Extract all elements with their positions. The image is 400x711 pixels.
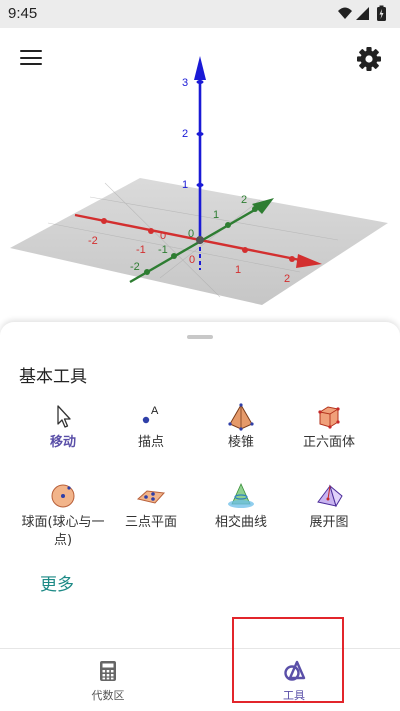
tool-label: 展开图: [309, 515, 349, 530]
tool-label: 正六面体: [302, 435, 355, 450]
tool-move[interactable]: 移动: [18, 402, 108, 482]
x-tick-2: 2: [284, 273, 290, 285]
tool-label: 描点: [137, 435, 164, 450]
battery-charging-icon: [377, 5, 386, 21]
tool-pyramid[interactable]: 棱锥: [196, 402, 286, 482]
point-icon: A: [142, 405, 159, 424]
calculator-icon: [100, 661, 116, 681]
z-tick-3: 3: [182, 77, 188, 89]
intersection-curve-icon: [228, 483, 254, 508]
tool-net[interactable]: 展开图: [284, 482, 374, 562]
tool-label: 棱锥: [227, 435, 254, 450]
gear-icon: [357, 47, 381, 71]
pyramid-icon: [228, 403, 254, 431]
status-bar: 9:45: [0, 0, 400, 28]
tab-algebra[interactable]: 代数区: [8, 649, 208, 711]
hamburger-menu-icon-bar: [20, 56, 42, 59]
wifi-icon: [338, 7, 352, 19]
y-tick-neg2: -2: [130, 261, 140, 273]
tools-panel-title: 基本工具: [19, 367, 87, 387]
tool-label: 移动: [49, 435, 76, 450]
tool-label-line2: 点): [53, 533, 73, 548]
tab-tools[interactable]: 工具: [194, 649, 394, 711]
y-tick-2: 2: [241, 194, 247, 206]
net-icon: [317, 484, 343, 508]
y-tick-1: 1: [213, 209, 219, 221]
main-menu-button[interactable]: [20, 50, 42, 66]
x-tick-neg1: -1: [136, 244, 146, 256]
hamburger-menu-icon-bar: [20, 63, 42, 66]
origin-label-y: 0: [188, 228, 194, 240]
x-tick-neg2: -2: [88, 235, 98, 247]
drag-handle[interactable]: [187, 335, 213, 339]
tool-plane-three-points[interactable]: 三点平面: [106, 482, 196, 562]
origin-label-x: 0: [160, 230, 166, 242]
tools-panel: 基本工具 移动 A 描点 棱锥 正六面体 球面(球心与一 点) 三点平面 相交曲…: [0, 322, 400, 648]
more-tools-button[interactable]: 更多: [40, 570, 74, 595]
status-icons: [336, 5, 392, 23]
tool-label: 三点平面: [124, 515, 177, 530]
tool-label-line1: 球面(球心与一: [21, 515, 105, 530]
settings-button[interactable]: [356, 46, 382, 72]
signal-icon: [356, 7, 369, 20]
x-tick-1: 1: [235, 264, 241, 276]
svg-text:A: A: [151, 405, 159, 417]
y-tick-neg1: -1: [158, 244, 168, 256]
tab-algebra-label: 代数区: [91, 689, 125, 702]
tools-icon: [284, 660, 306, 681]
origin-point: [196, 236, 204, 244]
hamburger-menu-icon: [20, 50, 42, 53]
origin-label-z: 0: [189, 254, 195, 266]
tool-intersection-curve[interactable]: 相交曲线: [196, 482, 286, 562]
tab-tools-label: 工具: [283, 689, 305, 702]
tool-point[interactable]: A 描点: [106, 402, 196, 482]
z-tick-1: 1: [182, 179, 188, 191]
tool-sphere[interactable]: 球面(球心与一 点): [18, 482, 108, 562]
graphics-canvas[interactable]: 3 2 1 -2 -1 1 2 -2 -1 1 2 0 0 0: [0, 28, 400, 328]
z-tick-2: 2: [182, 128, 188, 140]
tool-cube[interactable]: 正六面体: [284, 402, 374, 482]
sphere-icon: [51, 484, 75, 508]
arrow-cursor-icon: [57, 405, 71, 428]
cube-icon: [318, 406, 340, 429]
tool-label: 相交曲线: [214, 515, 267, 530]
plane-three-points-icon: [136, 490, 166, 504]
status-time: 9:45: [8, 5, 38, 22]
graphics-view-3d[interactable]: 3 2 1 -2 -1 1 2 -2 -1 1 2 0 0 0: [0, 28, 400, 328]
bottom-navigation: 代数区 工具: [0, 648, 400, 711]
tool-label: 球面(球心与一 点): [18, 514, 108, 550]
